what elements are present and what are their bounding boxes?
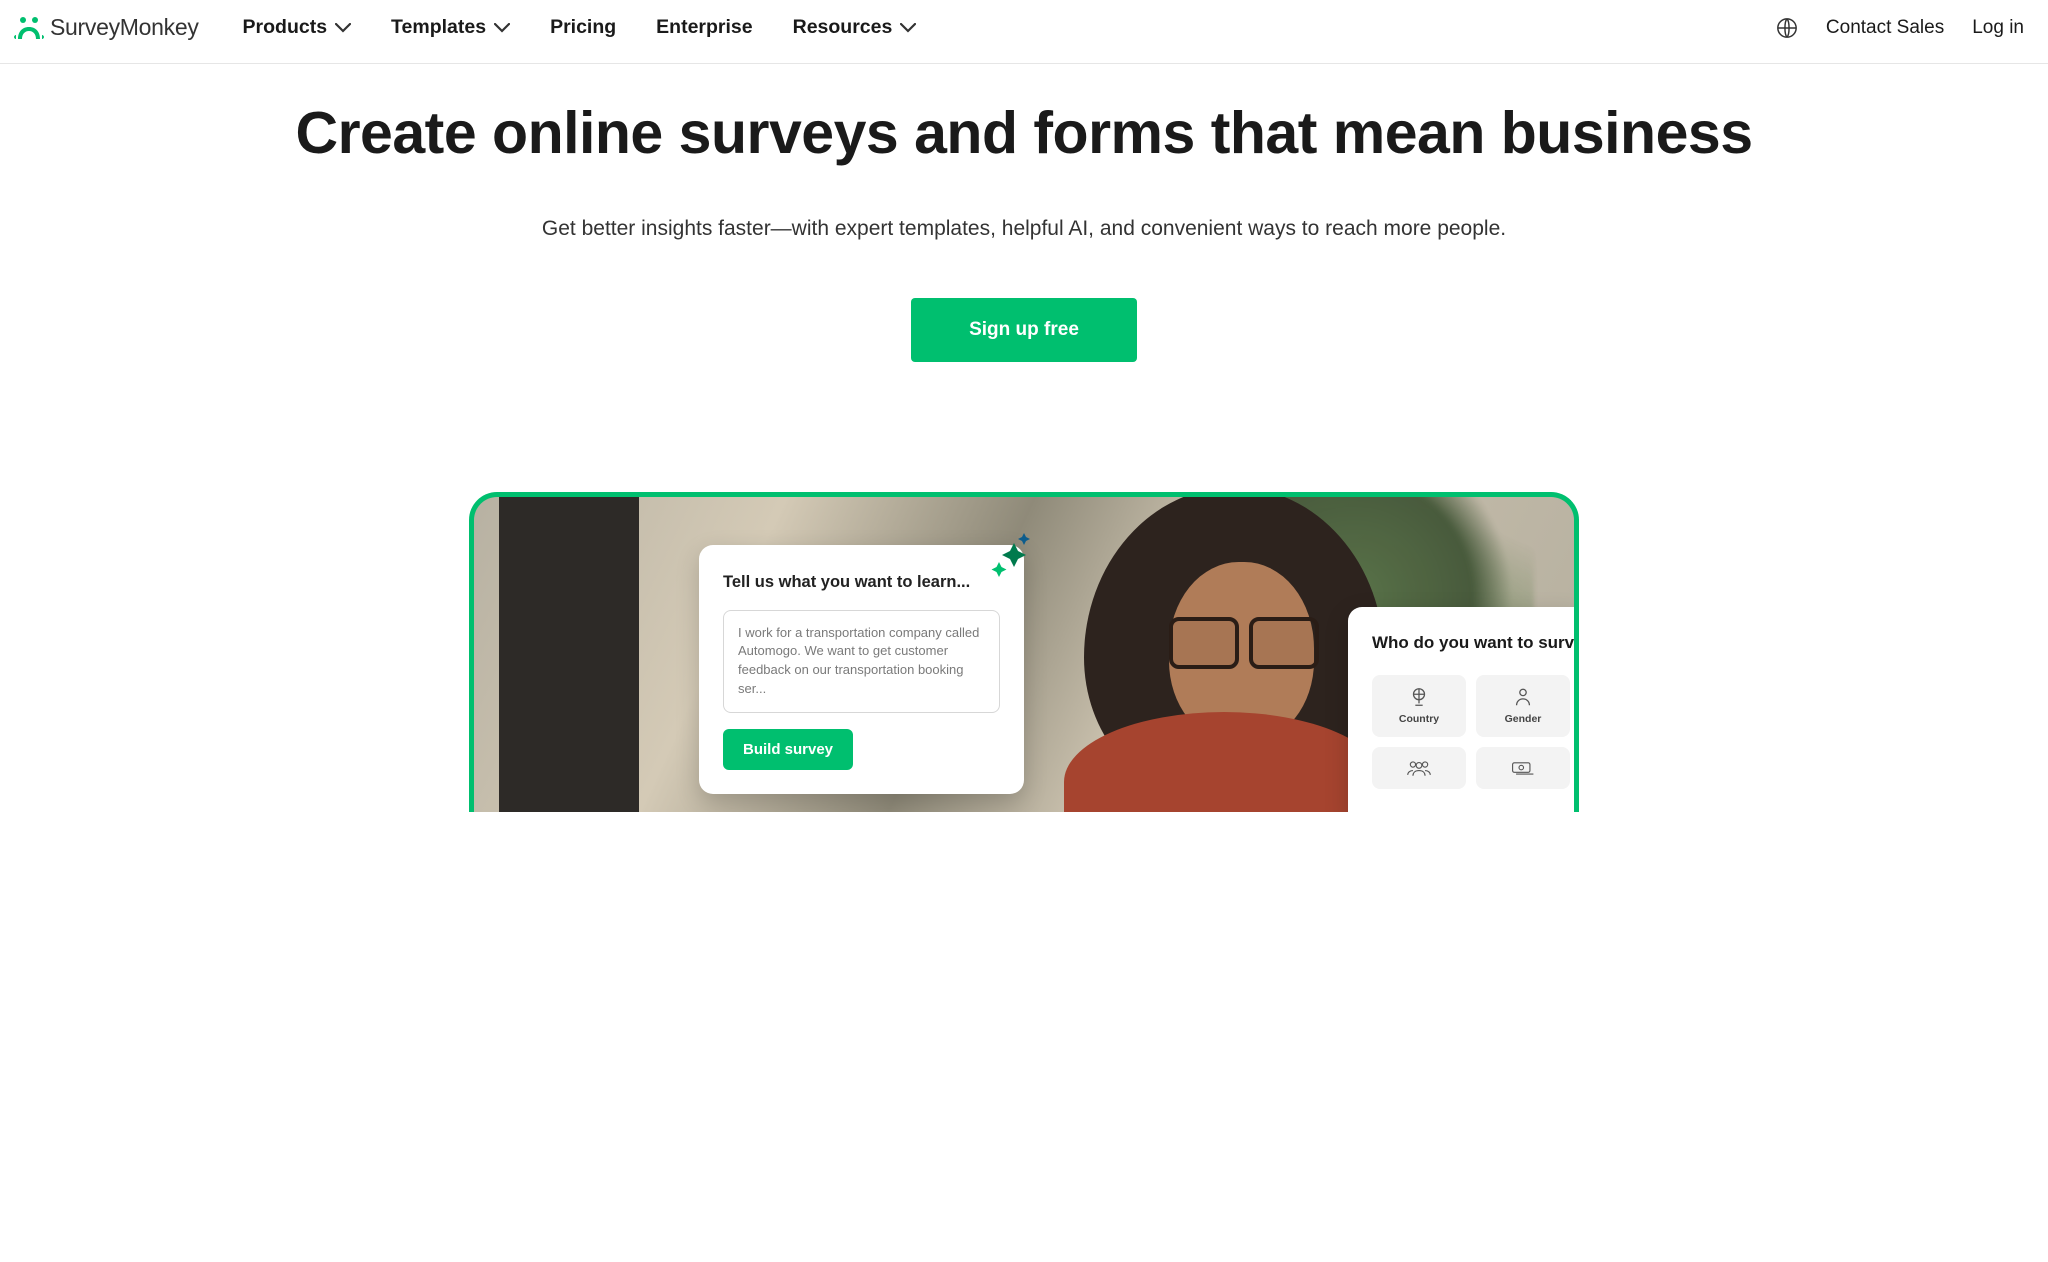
signup-free-button[interactable]: Sign up free: [911, 298, 1137, 362]
hero-illustration: Tell us what you want to learn... I work…: [469, 492, 1579, 812]
globe-stand-icon: [1406, 686, 1432, 708]
tile-income[interactable]: [1476, 747, 1570, 789]
logo-text: SurveyMonkey: [50, 14, 199, 41]
logo[interactable]: SurveyMonkey: [14, 14, 199, 41]
chevron-down-icon: [335, 23, 351, 33]
nav-label: Pricing: [550, 16, 616, 39]
nav-left: SurveyMonkey Products Templates Pricing …: [14, 14, 916, 41]
monkey-icon: [14, 15, 44, 41]
audience-title: Who do you want to surve: [1372, 633, 1562, 653]
person-icon: [1510, 686, 1536, 708]
audience-grid: Country Gender: [1372, 675, 1562, 789]
login-link[interactable]: Log in: [1972, 17, 2024, 39]
nav-label: Products: [243, 16, 328, 39]
build-survey-button[interactable]: Build survey: [723, 729, 853, 770]
nav-item-pricing[interactable]: Pricing: [550, 16, 616, 39]
ai-prompt-title: Tell us what you want to learn...: [723, 573, 1000, 592]
tile-gender[interactable]: Gender: [1476, 675, 1570, 737]
group-icon: [1406, 757, 1432, 779]
nav-right: Contact Sales Log in: [1776, 17, 2024, 39]
sparkle-icon: [984, 529, 1040, 585]
hero-subhead: Get better insights faster—with expert t…: [534, 210, 1514, 248]
money-icon: [1510, 757, 1536, 779]
tile-label: Gender: [1505, 713, 1542, 725]
tile-group[interactable]: [1372, 747, 1466, 789]
bg-shape: [499, 497, 639, 812]
nav-item-templates[interactable]: Templates: [391, 16, 510, 39]
hero-illustration-wrapper: Tell us what you want to learn... I work…: [0, 492, 2048, 812]
ai-prompt-card: Tell us what you want to learn... I work…: [699, 545, 1024, 794]
nav-item-enterprise[interactable]: Enterprise: [656, 16, 752, 39]
audience-card: Who do you want to surve Country Gender: [1348, 607, 1578, 812]
nav-item-resources[interactable]: Resources: [793, 16, 917, 39]
globe-icon[interactable]: [1776, 17, 1798, 39]
ai-prompt-textarea[interactable]: I work for a transportation company call…: [723, 610, 1000, 713]
top-nav: SurveyMonkey Products Templates Pricing …: [0, 0, 2048, 64]
hero: Create online surveys and forms that mea…: [0, 64, 2048, 362]
nav-label: Templates: [391, 16, 486, 39]
nav-label: Resources: [793, 16, 893, 39]
chevron-down-icon: [900, 23, 916, 33]
primary-nav: Products Templates Pricing Enterprise Re…: [243, 16, 917, 39]
nav-label: Enterprise: [656, 16, 752, 39]
tile-label: Country: [1399, 713, 1439, 725]
tile-country[interactable]: Country: [1372, 675, 1466, 737]
hero-headline: Create online surveys and forms that mea…: [24, 100, 2024, 168]
chevron-down-icon: [494, 23, 510, 33]
contact-sales-link[interactable]: Contact Sales: [1826, 17, 1944, 39]
nav-item-products[interactable]: Products: [243, 16, 352, 39]
